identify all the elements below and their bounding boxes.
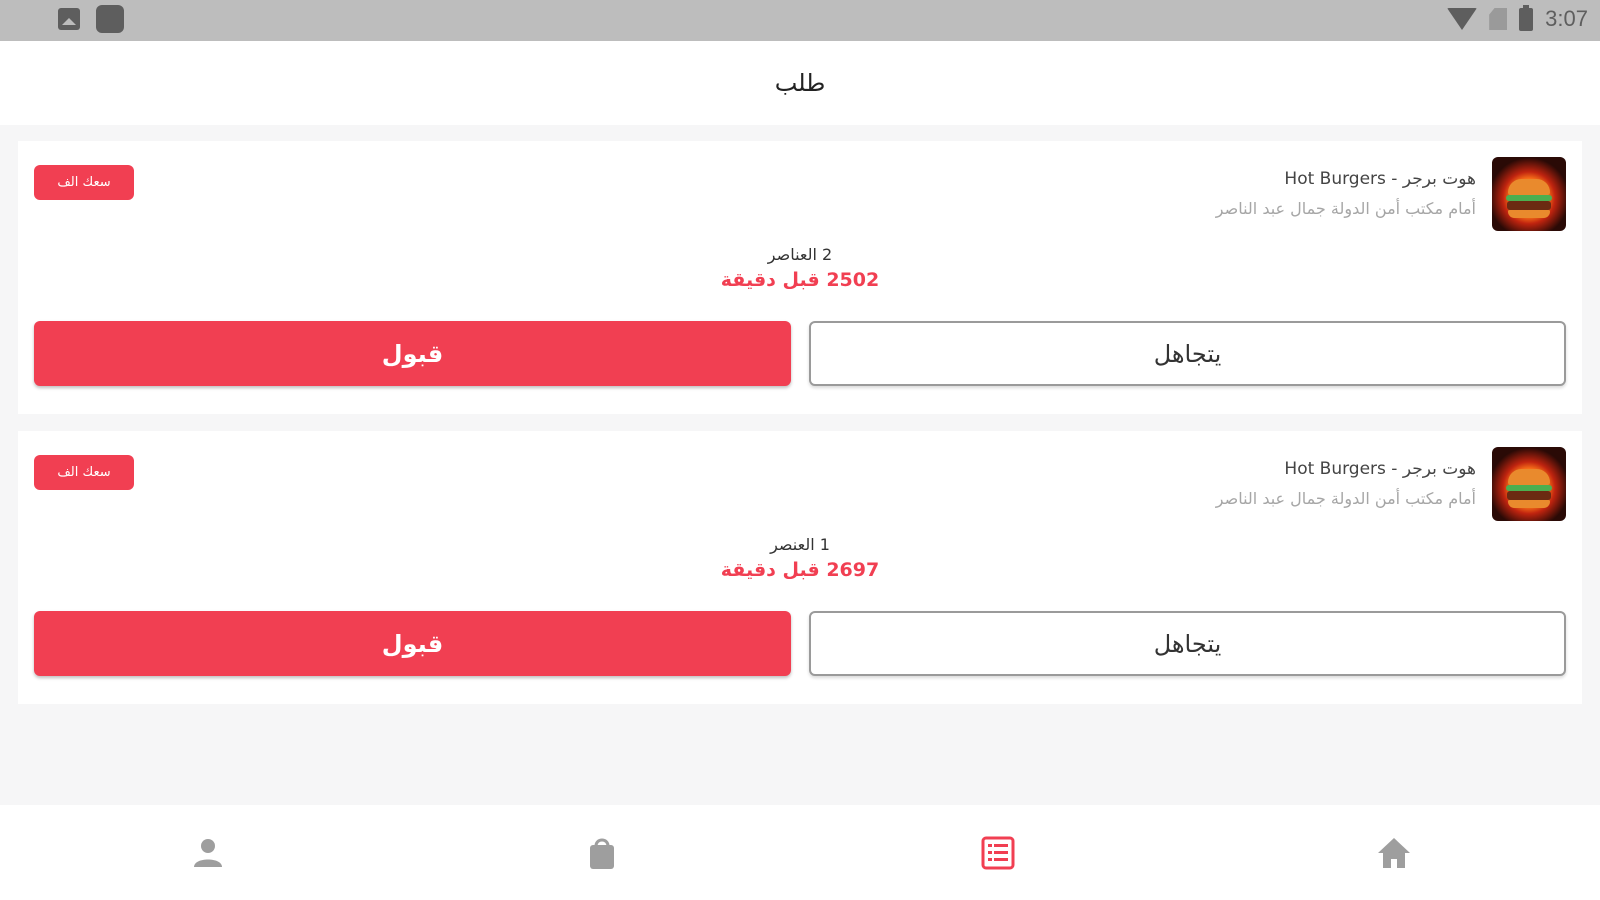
- items-count: 1 العنصر: [770, 535, 830, 554]
- store-address: أمام مكتب أمن الدولة جمال عبد الناصر: [1215, 489, 1476, 508]
- store-name: هوت برجر - Hot Burgers: [1284, 169, 1476, 189]
- store-address: أمام مكتب أمن الدولة جمال عبد الناصر: [1215, 199, 1476, 218]
- status-bar: 3:07: [0, 0, 1600, 41]
- order-card: هوت برجر - Hot Burgers أمام مكتب أمن الد…: [18, 431, 1582, 704]
- order-time: 2697 قبل دقيقة: [720, 559, 880, 581]
- accept-button[interactable]: قبول: [34, 611, 791, 676]
- battery-icon: [1519, 4, 1534, 31]
- bottom-nav: [0, 805, 1600, 900]
- status-badge: سعك الف: [34, 455, 134, 490]
- gallery-icon: [58, 8, 80, 30]
- no-sim-icon: [1489, 8, 1508, 30]
- items-count: 2 العناصر: [767, 245, 833, 264]
- accept-button[interactable]: قبول: [34, 321, 791, 386]
- orders-list: هوت برجر - Hot Burgers أمام مكتب أمن الد…: [0, 125, 1600, 805]
- profile-icon[interactable]: [188, 833, 228, 873]
- status-bar-left: [58, 5, 124, 33]
- store-logo: [1492, 447, 1566, 521]
- orders-list-icon[interactable]: [978, 833, 1018, 873]
- store-logo: [1492, 157, 1566, 231]
- app-square-icon: [96, 5, 124, 33]
- status-bar-right: 3:07: [1447, 4, 1588, 32]
- app-bar: طلب: [0, 41, 1600, 125]
- order-card: هوت برجر - Hot Burgers أمام مكتب أمن الد…: [18, 141, 1582, 414]
- wifi-icon: [1447, 8, 1478, 30]
- page-title: طلب: [774, 69, 826, 97]
- home-icon[interactable]: [1374, 833, 1414, 873]
- shopping-bag-icon[interactable]: [582, 833, 622, 873]
- status-badge: سعك الف: [34, 165, 134, 200]
- order-time: 2502 قبل دقيقة: [720, 269, 880, 291]
- status-time: 3:07: [1545, 6, 1588, 31]
- ignore-button[interactable]: يتجاهل: [809, 611, 1566, 676]
- store-name: هوت برجر - Hot Burgers: [1284, 459, 1476, 479]
- ignore-button[interactable]: يتجاهل: [809, 321, 1566, 386]
